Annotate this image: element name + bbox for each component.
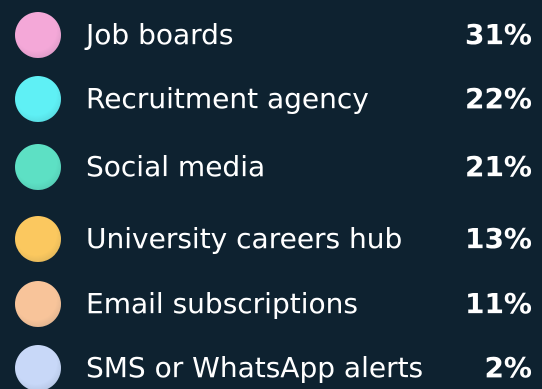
legend-value: 11%: [464, 287, 532, 320]
legend-swatch: [15, 216, 61, 262]
legend-swatch: [15, 76, 61, 122]
legend-value: 31%: [464, 18, 532, 51]
legend-list: Job boards 31% Recruitment agency 22% Social…: [0, 0, 542, 389]
legend-label: Email subscriptions: [86, 287, 358, 320]
legend-swatch: [15, 144, 61, 190]
legend-row: Recruitment agency 22%: [0, 69, 542, 129]
legend-value: 21%: [464, 150, 532, 183]
legend-swatch: [15, 281, 61, 327]
legend-value: 13%: [464, 222, 532, 255]
legend-swatch: [15, 345, 61, 389]
legend-label: SMS or WhatsApp alerts: [86, 351, 424, 384]
legend-label: University careers hub: [86, 222, 403, 255]
legend-row: SMS or WhatsApp alerts 2%: [0, 338, 542, 389]
legend-row: Job boards 31%: [0, 5, 542, 65]
legend-label: Job boards: [86, 18, 234, 51]
legend-row: Email subscriptions 11%: [0, 274, 542, 334]
legend-value: 22%: [464, 82, 532, 115]
legend-label: Social media: [86, 150, 266, 183]
legend-swatch: [15, 12, 61, 58]
legend-row: Social media 21%: [0, 137, 542, 197]
legend-value: 2%: [484, 351, 532, 384]
legend-label: Recruitment agency: [86, 82, 369, 115]
legend-row: University careers hub 13%: [0, 209, 542, 269]
